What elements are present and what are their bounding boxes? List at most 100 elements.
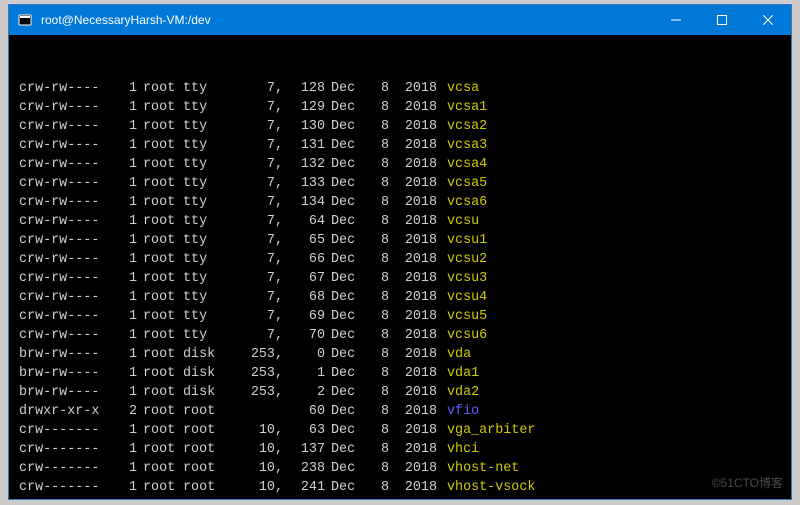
col-perm: crw-rw----	[19, 288, 111, 307]
col-maj: 7,	[229, 269, 283, 288]
col-mon: Dec	[325, 231, 363, 250]
col-perm: crw-rw----	[19, 79, 111, 98]
col-maj: 10,	[229, 421, 283, 440]
col-perm: drwxr-xr-x	[19, 402, 111, 421]
col-links: 1	[111, 117, 137, 136]
list-row: crw-rw----1roottty 7,66Dec82018vcsu2	[19, 250, 781, 269]
col-own: root	[137, 98, 183, 117]
list-row: crw-rw----1roottty 7,133Dec82018vcsa5	[19, 174, 781, 193]
col-yr: 2018	[389, 250, 441, 269]
list-row: crw-rw----1roottty 7,134Dec82018vcsa6	[19, 193, 781, 212]
list-row: crw-------1rootroot10,63Dec82018vga_arbi…	[19, 421, 781, 440]
col-min: 64	[283, 212, 325, 231]
col-links: 1	[111, 269, 137, 288]
col-grp: root	[183, 421, 229, 440]
col-links: 1	[111, 326, 137, 345]
col-grp: tty	[183, 155, 229, 174]
col-yr: 2018	[389, 478, 441, 497]
col-yr: 2018	[389, 402, 441, 421]
col-own: root	[137, 478, 183, 497]
col-own: root	[137, 193, 183, 212]
col-day: 8	[363, 79, 389, 98]
col-maj: 7,	[229, 136, 283, 155]
col-yr: 2018	[389, 174, 441, 193]
col-min: 63	[283, 421, 325, 440]
col-min: 241	[283, 478, 325, 497]
col-day: 8	[363, 440, 389, 459]
col-own: root	[137, 174, 183, 193]
col-mon: Dec	[325, 212, 363, 231]
col-maj: 253,	[229, 364, 283, 383]
col-grp: root	[183, 402, 229, 421]
col-min: 69	[283, 307, 325, 326]
col-day: 8	[363, 459, 389, 478]
file-name: vhost-vsock	[441, 478, 535, 497]
col-yr: 2018	[389, 212, 441, 231]
col-mon: Dec	[325, 440, 363, 459]
col-yr: 2018	[389, 288, 441, 307]
col-day: 8	[363, 364, 389, 383]
col-yr: 2018	[389, 497, 441, 499]
col-mon: Dec	[325, 364, 363, 383]
file-name: vda	[441, 345, 471, 364]
col-yr: 2018	[389, 421, 441, 440]
col-links: 1	[111, 250, 137, 269]
file-name: vcsa6	[441, 193, 487, 212]
col-mon: Dec	[325, 155, 363, 174]
col-min: 0	[283, 345, 325, 364]
col-mon: Dec	[325, 497, 363, 499]
col-min: 2	[283, 383, 325, 402]
col-grp: tty	[183, 136, 229, 155]
col-yr: 2018	[389, 98, 441, 117]
col-grp: tty	[183, 231, 229, 250]
col-yr: 2018	[389, 193, 441, 212]
col-day: 8	[363, 478, 389, 497]
col-maj	[229, 402, 283, 421]
col-mon: Dec	[325, 383, 363, 402]
col-yr: 2018	[389, 136, 441, 155]
close-button[interactable]	[745, 5, 791, 35]
col-day: 8	[363, 174, 389, 193]
col-grp: tty	[183, 212, 229, 231]
terminal-output[interactable]: crw-rw----1roottty 7,128Dec82018vcsacrw-…	[9, 35, 791, 499]
col-perm: brw-rw----	[19, 364, 111, 383]
file-name: vcsu	[441, 212, 479, 231]
col-links: 1	[111, 136, 137, 155]
file-name: vcsu6	[441, 326, 487, 345]
col-own: root	[137, 231, 183, 250]
minimize-button[interactable]	[653, 5, 699, 35]
col-links: 1	[111, 459, 137, 478]
file-name: vhci	[441, 440, 479, 459]
col-own: root	[137, 117, 183, 136]
col-own: root	[137, 459, 183, 478]
col-links: 1	[111, 440, 137, 459]
col-yr: 2018	[389, 383, 441, 402]
col-maj: 253,	[229, 383, 283, 402]
file-name: vcsu1	[441, 231, 487, 250]
col-grp: tty	[183, 250, 229, 269]
col-grp: tty	[183, 98, 229, 117]
col-min: 68	[283, 288, 325, 307]
col-mon: Dec	[325, 98, 363, 117]
col-own: root	[137, 440, 183, 459]
col-yr: 2018	[389, 364, 441, 383]
maximize-button[interactable]	[699, 5, 745, 35]
col-yr: 2018	[389, 345, 441, 364]
col-mon: Dec	[325, 136, 363, 155]
col-links: 1	[111, 478, 137, 497]
col-day: 8	[363, 288, 389, 307]
col-mon: Dec	[325, 79, 363, 98]
col-min: 134	[283, 193, 325, 212]
col-own: root	[137, 345, 183, 364]
col-day: 8	[363, 231, 389, 250]
list-row: crw-rw----1roottty 7,64Dec82018vcsu	[19, 212, 781, 231]
list-row: crw-rw----1roottty 7,67Dec82018vcsu3	[19, 269, 781, 288]
col-perm: crw-rw----	[19, 326, 111, 345]
col-perm: crw-------	[19, 440, 111, 459]
col-maj: 7,	[229, 79, 283, 98]
col-maj: 7,	[229, 212, 283, 231]
titlebar[interactable]: root@NecessaryHarsh-VM:/dev	[9, 5, 791, 35]
col-links: 1	[111, 307, 137, 326]
col-own: root	[137, 402, 183, 421]
col-grp: tty	[183, 269, 229, 288]
